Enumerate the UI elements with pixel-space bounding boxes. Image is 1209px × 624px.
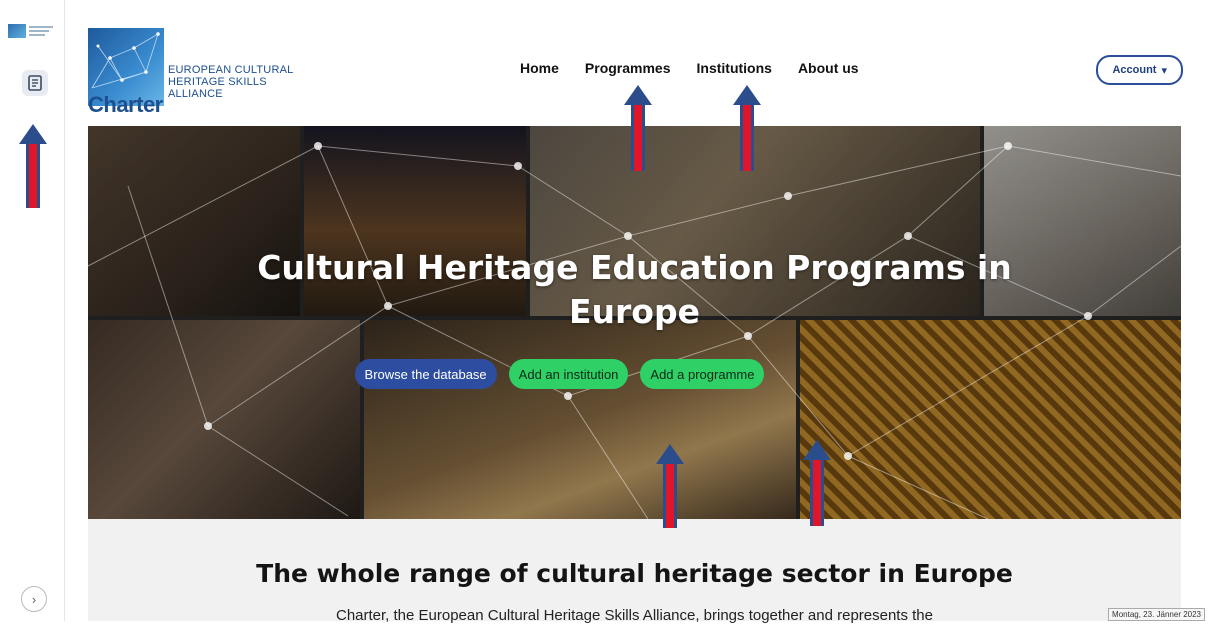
account-label: Account [1112, 64, 1157, 76]
add-institution-button[interactable]: Add an institution [508, 359, 629, 389]
nav-about-us[interactable]: About us [798, 60, 859, 76]
date-tooltip: Montag, 23. Jänner 2023 [1108, 608, 1205, 621]
annotation-arrow-institutions [733, 85, 761, 171]
hero-banner: Cultural Heritage Education Programs in … [88, 126, 1181, 519]
add-programme-button[interactable]: Add a programme [640, 359, 765, 389]
intro-section: The whole range of cultural heritage sec… [88, 519, 1181, 624]
annotation-arrow-sidebar [19, 124, 47, 208]
chevron-right-icon[interactable]: › [21, 586, 47, 612]
annotation-arrow-programmes [624, 85, 652, 171]
section-intro-text: Charter, the European Cultural Heritage … [335, 607, 933, 624]
logo-subtitle: EUROPEAN CULTURAL HERITAGE SKILLS ALLIAN… [168, 64, 294, 100]
caret-down-icon: ▾ [1161, 64, 1167, 77]
annotation-arrow-add-programme [803, 440, 831, 526]
account-button[interactable]: Account ▾ [1096, 55, 1183, 85]
document-icon[interactable] [22, 70, 48, 96]
nav-institutions[interactable]: Institutions [697, 60, 772, 76]
hero-title: Cultural Heritage Education Programs in … [257, 248, 1012, 331]
hero-actions: Browse the database Add an institution A… [88, 359, 1106, 389]
annotation-arrow-add-institution [656, 444, 684, 528]
section-title: The whole range of cultural heritage sec… [256, 559, 1013, 588]
mini-logo[interactable] [8, 24, 56, 42]
main-nav: Home Programmes Institutions About us [520, 60, 859, 76]
logo-wordmark: Charter [88, 92, 163, 117]
browse-database-button[interactable]: Browse the database [354, 359, 497, 389]
nav-programmes[interactable]: Programmes [585, 60, 671, 76]
nav-home[interactable]: Home [520, 60, 559, 76]
left-sidebar: › [0, 0, 65, 621]
